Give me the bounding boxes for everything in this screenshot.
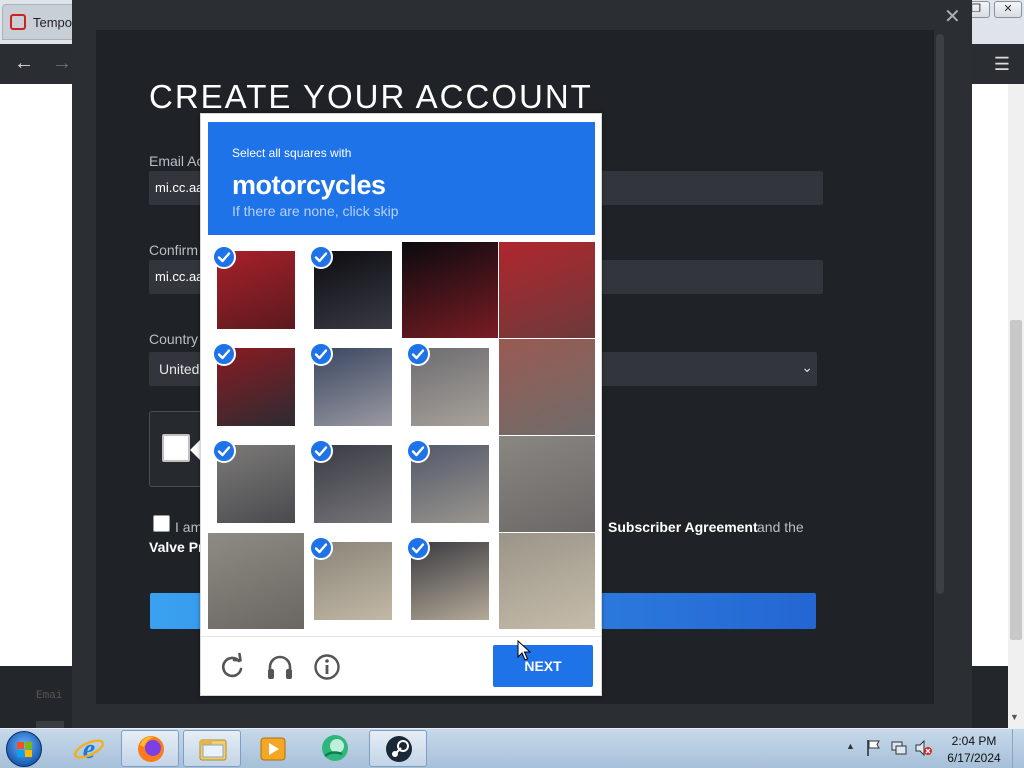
country-value: United [159, 361, 200, 377]
agree-checkbox[interactable] [153, 515, 170, 532]
back-arrow-icon[interactable]: ← [14, 52, 34, 74]
internet-explorer-icon[interactable]: e [60, 730, 118, 767]
tile-photo [499, 242, 595, 338]
info-icon[interactable] [312, 652, 342, 682]
modal-close-icon[interactable]: ✕ [944, 4, 961, 29]
checkmark-icon [309, 536, 333, 560]
challenge-tile[interactable] [208, 339, 304, 435]
challenge-image-grid [208, 242, 595, 629]
tile-photo [402, 242, 498, 338]
challenge-tile[interactable] [499, 533, 595, 629]
page-title: CREATE YOUR ACCOUNT [149, 78, 593, 115]
challenge-tile[interactable] [305, 533, 401, 629]
challenge-tile[interactable] [402, 339, 498, 435]
windows-logo-green [25, 742, 32, 749]
show-desktop-button[interactable] [1012, 729, 1024, 768]
challenge-tile[interactable] [208, 533, 304, 629]
challenge-tile[interactable] [499, 242, 595, 338]
steam-icon[interactable] [369, 730, 427, 767]
svg-text:e: e [83, 734, 95, 765]
page-scroll-thumb[interactable] [1010, 320, 1022, 640]
next-button[interactable]: NEXT [493, 645, 593, 687]
tray-expand-icon[interactable]: ▲ [846, 741, 855, 751]
challenge-tile[interactable] [208, 436, 304, 532]
refresh-icon[interactable] [217, 652, 247, 682]
action-center-flag-icon[interactable] [866, 739, 882, 757]
checkmark-icon [212, 245, 236, 269]
challenge-pointer [190, 440, 200, 460]
challenge-tile[interactable] [305, 436, 401, 532]
challenge-tile[interactable] [499, 436, 595, 532]
scroll-down-icon[interactable]: ▼ [1010, 712, 1019, 722]
footer-text: Emai [36, 690, 63, 702]
checkmark-icon [309, 245, 333, 269]
challenge-prompt: Select all squares with [232, 146, 352, 160]
forward-arrow-icon[interactable]: → [52, 52, 72, 74]
site-favicon-icon [10, 14, 26, 30]
captcha-checkbox[interactable] [162, 434, 190, 462]
network-icon[interactable] [890, 739, 908, 757]
email-label: Email Ac [149, 153, 204, 169]
agree-and-text: and the [757, 519, 804, 535]
mouse-cursor-icon [517, 640, 531, 661]
privacy-policy-link[interactable]: Valve Pr [149, 539, 204, 555]
app-green-icon[interactable] [306, 730, 364, 767]
confirm-email-label: Confirm [149, 242, 199, 258]
challenge-tile[interactable] [305, 242, 401, 338]
modal-scrollbar[interactable] [936, 34, 944, 594]
taskbar: e ▲ 2:04 PM 6/17/2024 [0, 728, 1024, 768]
challenge-target: motorcycles [232, 170, 386, 200]
firefox-icon[interactable] [121, 730, 179, 767]
checkmark-icon [212, 439, 236, 463]
tile-photo [499, 436, 595, 532]
clock-date[interactable]: 6/17/2024 [940, 751, 1008, 765]
challenge-tile[interactable] [208, 242, 304, 338]
windows-logo-icon [17, 742, 24, 749]
checkmark-icon [406, 536, 430, 560]
challenge-tile[interactable] [402, 533, 498, 629]
agree-text: I am [175, 519, 203, 535]
challenge-tile[interactable] [402, 242, 498, 338]
checkmark-icon [406, 439, 430, 463]
clock-time[interactable]: 2:04 PM [940, 734, 1008, 748]
challenge-header: Select all squares with motorcycles If t… [208, 122, 595, 235]
volume-muted-icon[interactable] [914, 739, 934, 757]
tile-photo [499, 533, 595, 629]
captcha-challenge: Select all squares with motorcycles If t… [200, 113, 602, 696]
checkmark-icon [309, 439, 333, 463]
tile-photo [499, 339, 595, 435]
challenge-footer-divider [201, 636, 601, 637]
challenge-tile[interactable] [305, 339, 401, 435]
hamburger-menu-icon[interactable]: ☰ [994, 54, 1010, 75]
tab-label: Tempor [33, 15, 77, 30]
media-player-icon[interactable] [244, 730, 302, 767]
country-label: Country [149, 331, 199, 347]
tile-photo [208, 533, 304, 629]
file-explorer-icon[interactable] [183, 730, 241, 767]
challenge-tile[interactable] [402, 436, 498, 532]
windows-logo-blue [17, 750, 24, 757]
challenge-skip-hint: If there are none, click skip [232, 203, 399, 219]
checkmark-icon [309, 342, 333, 366]
page-scrollbar[interactable]: ▼ [1008, 84, 1024, 728]
chevron-down-icon: ⌄ [801, 359, 813, 375]
checkmark-icon [212, 342, 236, 366]
audio-headphones-icon[interactable] [265, 652, 295, 682]
subscriber-agreement-link[interactable]: Subscriber Agreement [608, 519, 758, 535]
windows-logo-yellow [25, 750, 32, 757]
start-button[interactable] [6, 731, 42, 767]
challenge-tile[interactable] [499, 339, 595, 435]
checkmark-icon [406, 342, 430, 366]
close-window-icon[interactable]: ✕ [994, 1, 1022, 18]
